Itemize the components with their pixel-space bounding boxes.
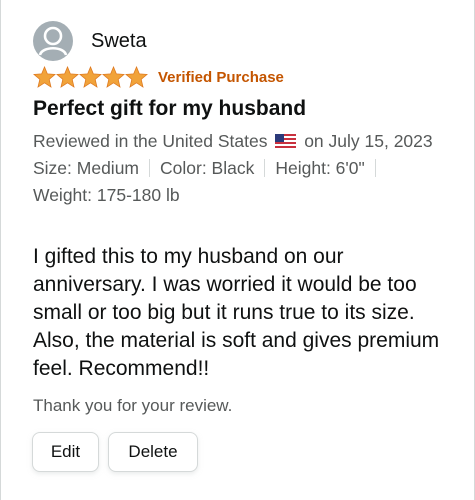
color-attribute: Color: Black: [160, 158, 255, 178]
star-icon: [102, 66, 125, 88]
star-icon: [79, 66, 102, 88]
review-meta: Reviewed in the United States on July 15…: [33, 128, 453, 209]
reviewed-in-text: Reviewed in the United States: [33, 131, 268, 151]
divider: [264, 159, 266, 177]
size-attribute: Size: Medium: [33, 158, 140, 178]
divider: [374, 159, 376, 177]
star-icon: [56, 66, 79, 88]
star-icon: [33, 66, 56, 88]
thank-you-message: Thank you for your review.: [33, 396, 233, 415]
delete-button[interactable]: Delete: [108, 432, 198, 472]
weight-attribute: Weight: 175-180 lb: [33, 185, 180, 205]
review-body: I gifted this to my husband on our anniv…: [33, 245, 440, 380]
us-flag-icon: [275, 134, 297, 148]
reviewer-profile[interactable]: Sweta: [33, 20, 147, 62]
verified-purchase-badge: Verified Purchase: [158, 68, 284, 86]
divider: [149, 159, 151, 177]
review-card: Sweta Verified Purchase Perfect gift for…: [0, 0, 475, 500]
rating-row: Verified Purchase: [33, 66, 284, 88]
person-avatar-icon: [33, 21, 73, 61]
star-rating[interactable]: [33, 66, 148, 88]
star-icon: [125, 66, 148, 88]
review-date: on July 15, 2023: [304, 131, 433, 151]
height-attribute: Height: 6'0": [275, 158, 365, 178]
reviewer-name[interactable]: Sweta: [91, 30, 147, 53]
edit-button[interactable]: Edit: [32, 432, 99, 472]
review-title: Perfect gift for my husband: [33, 97, 307, 120]
